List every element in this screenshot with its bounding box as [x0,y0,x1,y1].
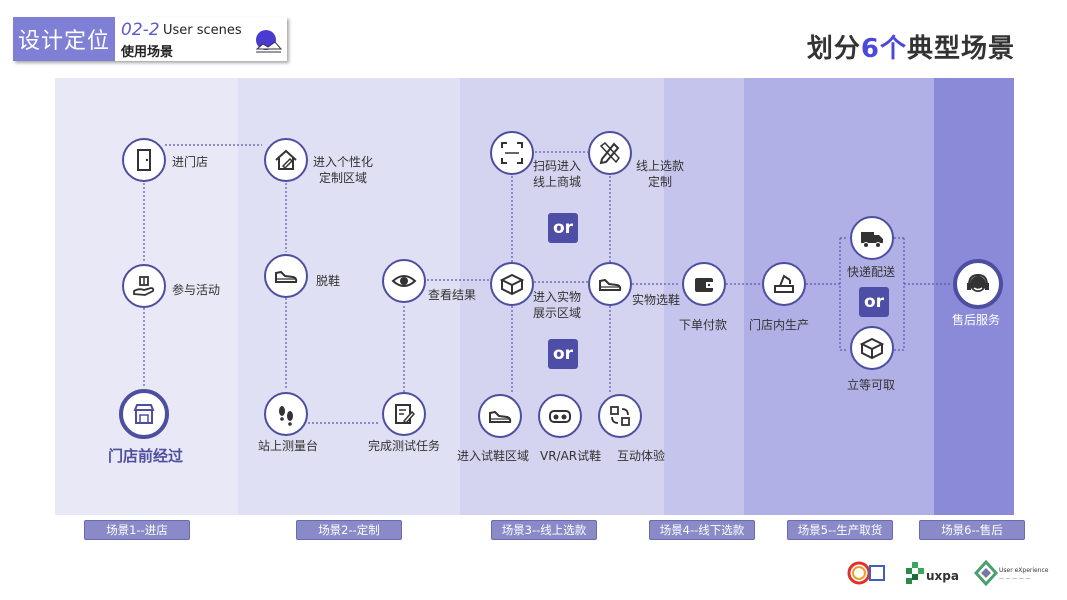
node-physical-select [588,262,632,306]
label-take-off-shoes: 脱鞋 [316,274,341,288]
node-enter-store [122,138,166,182]
storefront-icon [133,404,155,424]
node-vr-ar [538,394,582,438]
node-stand-measure [264,392,308,436]
wallet-icon [695,278,714,292]
or-badge-delivery: or [859,287,889,317]
scene-tag-4: 场景4--线下选款 [649,520,755,540]
node-interactive [598,394,642,438]
ux-experience-logo: User eXperience — — — — — [974,560,1049,586]
label-enter-showroom: 进入实物 展示区域 [533,290,582,320]
label-vr-ar: VR/AR试鞋 [540,449,602,463]
label-try-on-area: 进入试鞋区域 [457,449,530,463]
gift-hand-icon [133,276,155,296]
node-scan-code [490,131,534,175]
node-try-on-area [478,394,522,438]
label-view-result: 查看结果 [428,288,477,302]
scene-tag-6: 场景6--售后 [919,520,1025,540]
node-place-order [682,262,726,306]
package-icon [859,337,885,360]
node-store-produce [762,262,806,306]
or-badge-top: or [548,213,578,243]
label-enter-store: 进门店 [172,155,209,169]
sneaker-icon [599,278,622,291]
box-icon [499,273,525,296]
node-online-custom [588,131,632,175]
label-express: 快递配送 [847,265,896,279]
scene-tag-1: 场景1--进店 [84,520,190,540]
label-custom-area: 进入个性化 定制区域 [313,155,374,185]
or-badge-bottom: or [548,339,578,369]
label-interactive: 互动体验 [617,449,666,463]
scene-tag-3: 场景3--线上选款 [491,520,597,540]
node-take-off-shoes [264,254,308,298]
node-after-sales [953,259,1003,309]
node-start-store-front [119,389,169,439]
svg-text:uxpa: uxpa [926,569,959,583]
node-finish-test [382,392,426,436]
shoe-try-icon [489,410,512,423]
node-express [850,216,894,260]
label-join-event: 参与活动 [172,283,221,297]
label-online-custom: 线上选款 定制 [636,159,685,189]
svg-text:— — — — —: — — — — — [999,576,1030,582]
label-scan-code: 扫码进入 线上商城 [533,159,582,189]
vr-headset-icon [549,410,571,423]
label-pickup: 立等可取 [847,378,896,392]
pencil-ruler-icon [599,141,620,165]
document-edit-icon [395,404,416,425]
label-finish-test: 完成测试任务 [368,439,441,453]
node-view-result [382,259,426,303]
headset-service-icon [967,273,989,292]
scene-tag-5: 场景5--生产取货 [787,520,893,540]
label-place-order: 下单付款 [679,318,728,332]
node-enter-showroom [490,262,534,306]
label-stand-measure: 站上测量台 [258,439,319,453]
home-edit-icon [275,149,297,170]
node-join-event [122,264,166,308]
label-physical-select: 实物选鞋 [632,293,681,307]
door-icon [137,149,151,171]
interaction-icon [610,406,630,426]
node-pickup [850,326,894,370]
truck-icon [861,232,883,248]
machine-icon [774,274,794,293]
node-custom-area [264,138,308,182]
footprints-icon [279,406,293,426]
eye-icon [391,275,417,287]
svg-text:User eXperience: User eXperience [999,567,1049,574]
label-after-sales: 售后服务 [952,313,1001,327]
label-store-produce: 门店内生产 [749,318,810,332]
shoe-icon [275,270,298,283]
partner-logo-1 [847,561,885,585]
uxpa-logo: uxpa [906,562,959,584]
scene-tag-2: 场景2--定制 [296,520,402,540]
label-start: 门店前经过 [108,447,184,465]
scan-icon [501,142,523,164]
